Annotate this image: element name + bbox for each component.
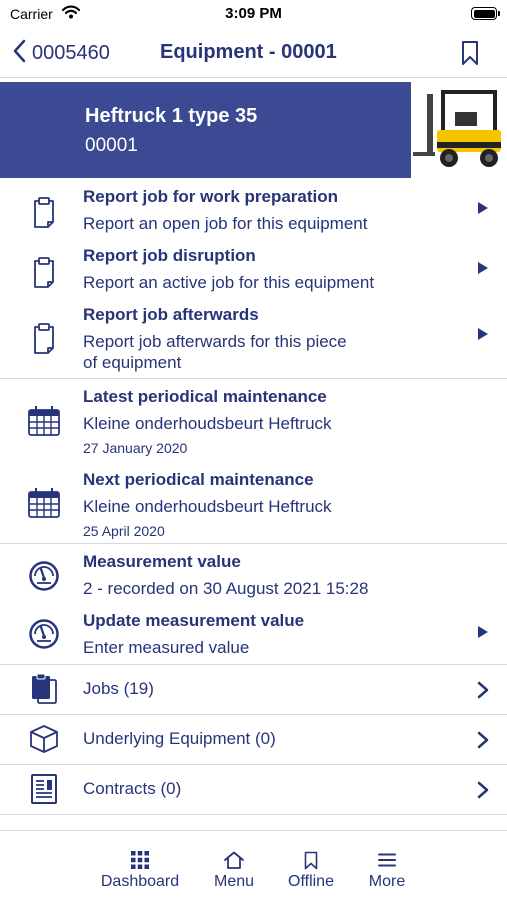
hamburger-icon <box>378 850 396 870</box>
row-label: Underlying Equipment (0) <box>83 729 276 748</box>
tab-bar: Dashboard Menu Offline More <box>0 830 507 900</box>
tab-menu[interactable]: Menu <box>206 831 262 900</box>
equipment-code: 00001 <box>85 135 138 156</box>
row-subtitle: Kleine onderhoudsbeurt Heftruck <box>83 497 332 516</box>
measurement-value: 2 - recorded on 30 August 2021 15:28 <box>83 579 369 598</box>
play-arrow-icon <box>478 202 488 214</box>
row-title: Update measurement value <box>83 611 305 630</box>
jobs-row[interactable]: Jobs (19) <box>0 665 507 714</box>
calendar-icon <box>26 485 62 521</box>
chevron-right-icon <box>477 681 489 699</box>
calendar-icon <box>26 403 62 439</box>
underlying-equipment-row[interactable]: Underlying Equipment (0) <box>0 715 507 764</box>
report-job-disruption-row[interactable]: Report job disruption Report an active j… <box>0 238 507 297</box>
row-subtitle: Report an active job for this equipment <box>83 273 375 292</box>
play-arrow-icon <box>478 328 488 340</box>
report-job-afterwards-row[interactable]: Report job afterwards Report job afterwa… <box>0 297 507 378</box>
row-date: 25 April 2020 <box>83 523 165 539</box>
row-title: Latest periodical maintenance <box>83 387 327 406</box>
row-title: Report job afterwards <box>83 305 259 324</box>
chevron-left-icon <box>12 39 26 68</box>
tab-label: Offline <box>288 873 334 890</box>
navigation-bar: 0005460 Equipment - 00001 <box>0 30 507 78</box>
bookmark-icon <box>304 850 318 870</box>
latest-maintenance-row: Latest periodical maintenance Kleine ond… <box>0 379 507 461</box>
row-label: Contracts (0) <box>83 779 182 798</box>
contract-icon <box>26 771 62 807</box>
tab-dashboard[interactable]: Dashboard <box>95 831 185 900</box>
row-subtitle: Enter measured value <box>83 638 250 657</box>
measurement-value-row: Measurement value 2 - recorded on 30 Aug… <box>0 544 507 604</box>
row-subtitle-continued: of equipment <box>83 353 182 372</box>
row-title: Measurement value <box>83 552 241 571</box>
home-icon <box>223 850 245 870</box>
report-work-preparation-row[interactable]: Report job for work preparation Report a… <box>0 178 507 238</box>
equipment-detail-list: Report job for work preparation Report a… <box>0 178 507 815</box>
gauge-icon <box>26 616 62 652</box>
clipboard-icon <box>26 254 62 290</box>
tab-label: More <box>368 873 406 890</box>
box-icon <box>26 721 62 757</box>
bookmark-icon <box>461 41 479 70</box>
row-subtitle: Report an open job for this equipment <box>83 214 368 233</box>
row-subtitle: Kleine onderhoudsbeurt Heftruck <box>83 414 332 433</box>
equipment-name: Heftruck 1 type 35 <box>85 105 258 127</box>
grid-icon <box>131 850 149 870</box>
update-measurement-row[interactable]: Update measurement value Enter measured … <box>0 604 507 664</box>
equipment-image <box>411 82 507 178</box>
battery-icon <box>471 7 500 20</box>
row-title: Next periodical maintenance <box>83 470 314 489</box>
play-arrow-icon <box>478 626 488 638</box>
status-bar: Carrier 3:09 PM <box>0 0 507 30</box>
page-title: Equipment - 00001 <box>160 41 337 63</box>
equipment-header: Heftruck 1 type 35 00001 <box>0 82 411 178</box>
row-title: Report job for work preparation <box>83 187 339 206</box>
bookmark-button[interactable] <box>461 40 479 71</box>
tab-offline[interactable]: Offline <box>280 831 342 900</box>
chevron-right-icon <box>477 781 489 799</box>
clipboard-icon <box>26 320 62 356</box>
tab-more[interactable]: More <box>360 831 414 900</box>
row-title: Report job disruption <box>83 246 256 265</box>
status-time: 3:09 PM <box>225 5 282 22</box>
forklift-icon <box>413 90 501 167</box>
back-label: 0005460 <box>32 41 110 64</box>
next-maintenance-row: Next periodical maintenance Kleine onder… <box>0 461 507 543</box>
gauge-icon <box>26 558 62 594</box>
play-arrow-icon <box>478 262 488 274</box>
tab-label: Menu <box>213 873 255 890</box>
contracts-row[interactable]: Contracts (0) <box>0 765 507 814</box>
tab-label: Dashboard <box>100 873 180 890</box>
row-subtitle: Report job afterwards for this piece <box>83 332 347 351</box>
clipboard-icon <box>26 194 62 230</box>
jobs-icon <box>26 671 62 707</box>
chevron-right-icon <box>477 731 489 749</box>
back-button[interactable]: 0005460 <box>12 39 110 67</box>
row-date: 27 January 2020 <box>83 440 188 456</box>
divider <box>0 814 507 815</box>
row-label: Jobs (19) <box>83 679 154 698</box>
